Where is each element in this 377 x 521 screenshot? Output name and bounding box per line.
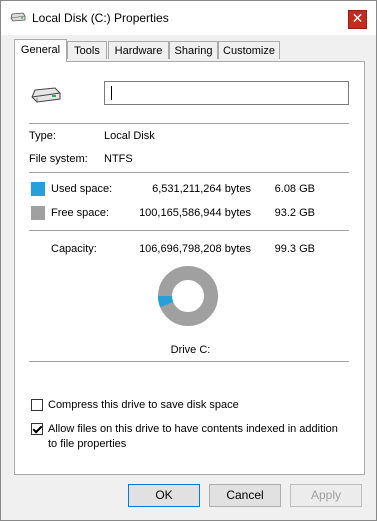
divider xyxy=(29,123,349,124)
cancel-button[interactable]: Cancel xyxy=(209,484,281,507)
free-space-label: Free space: xyxy=(51,207,110,219)
divider xyxy=(29,361,349,362)
text-cursor xyxy=(111,86,112,100)
tab-general[interactable]: General xyxy=(14,39,67,62)
properties-window: Local Disk (C:) Properties ✕ General Too… xyxy=(0,0,377,521)
title-bar[interactable]: Local Disk (C:) Properties ✕ xyxy=(1,1,376,35)
ok-button[interactable]: OK xyxy=(128,484,200,507)
hard-drive-icon xyxy=(31,87,61,103)
compress-label[interactable]: Compress this drive to save disk space xyxy=(48,399,239,411)
general-panel: Type: Local Disk File system: NTFS Used … xyxy=(14,61,365,475)
free-space-size: 93.2 GB xyxy=(274,207,315,219)
apply-button[interactable]: Apply xyxy=(290,484,362,507)
type-value: Local Disk xyxy=(104,130,155,142)
drive-caption: Drive C: xyxy=(170,344,211,356)
type-label: Type: xyxy=(29,130,56,142)
used-space-arc xyxy=(158,295,174,308)
file-system-label: File system: xyxy=(29,153,88,165)
file-system-value: NTFS xyxy=(104,153,133,165)
drive-name-input[interactable] xyxy=(104,81,349,105)
capacity-label: Capacity: xyxy=(51,243,97,255)
capacity-size: 99.3 GB xyxy=(274,243,315,255)
close-button[interactable]: ✕ xyxy=(348,10,367,29)
divider xyxy=(29,230,349,231)
index-label-line1[interactable]: Allow files on this drive to have conten… xyxy=(48,423,338,435)
tab-hardware[interactable]: Hardware xyxy=(108,41,169,59)
tab-customize[interactable]: Customize xyxy=(218,41,280,59)
used-space-swatch xyxy=(31,182,45,196)
drive-icon xyxy=(10,12,26,22)
tab-tools[interactable]: Tools xyxy=(67,41,107,59)
used-space-label: Used space: xyxy=(51,183,113,195)
window-title: Local Disk (C:) Properties xyxy=(32,11,169,25)
capacity-bytes: 106,696,798,208 bytes xyxy=(139,243,251,255)
tab-sharing[interactable]: Sharing xyxy=(169,41,218,59)
used-space-bytes: 6,531,211,264 bytes xyxy=(152,183,251,195)
free-space-bytes: 100,165,586,944 bytes xyxy=(139,207,251,219)
divider xyxy=(29,172,349,173)
index-checkbox[interactable] xyxy=(31,423,43,435)
used-space-size: 6.08 GB xyxy=(274,183,315,195)
disk-usage-donut xyxy=(158,266,218,326)
compress-checkbox[interactable] xyxy=(31,399,43,411)
free-space-swatch xyxy=(31,206,45,220)
index-label-line2[interactable]: to file properties xyxy=(48,438,126,450)
